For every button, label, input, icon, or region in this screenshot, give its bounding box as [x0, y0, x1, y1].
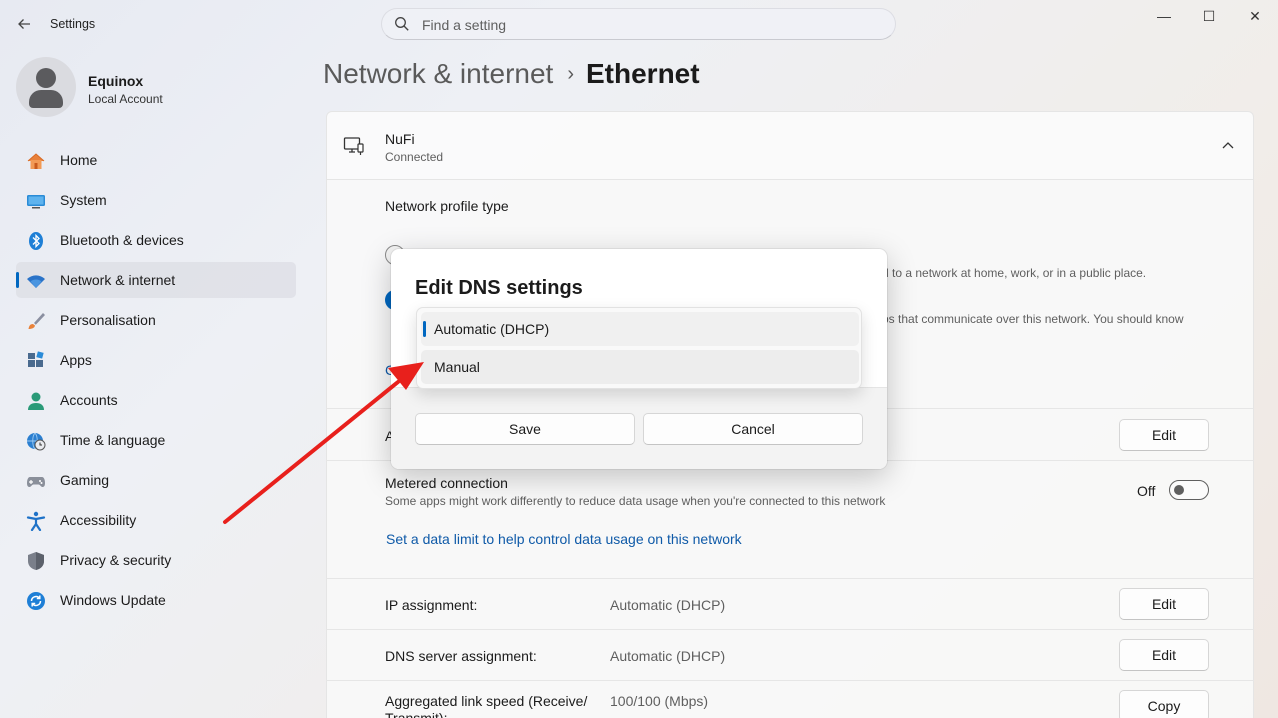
metered-connection-description: Some apps might work differently to redu…: [385, 494, 886, 508]
metered-connection-toggle[interactable]: [1169, 480, 1209, 500]
sidebar-item-label: System: [60, 192, 107, 208]
sidebar-item-label: Accounts: [60, 392, 118, 408]
dropdown-option-label: Automatic (DHCP): [434, 321, 550, 337]
sidebar-item-label: Privacy & security: [60, 552, 172, 568]
apps-icon: [28, 351, 44, 367]
system-icon: [27, 195, 45, 209]
sidebar-nav: Home System Bluetooth & devices Network …: [16, 142, 296, 622]
wifi-icon: [27, 275, 45, 288]
sidebar-item-accessibility[interactable]: Accessibility: [16, 502, 296, 538]
back-button[interactable]: [10, 10, 38, 38]
sidebar-item-system[interactable]: System: [16, 182, 296, 218]
breadcrumb: Network & internet › Ethernet: [323, 58, 700, 90]
link-speed-label: Aggregated link speed (Receive/: [385, 693, 588, 709]
cancel-button[interactable]: Cancel: [643, 413, 863, 445]
dropdown-option-manual[interactable]: Manual: [421, 350, 859, 384]
sidebar-item-label: Time & language: [60, 432, 166, 448]
maximize-icon: ☐: [1202, 7, 1216, 24]
sidebar-item-label: Gaming: [60, 472, 110, 488]
dialog-footer: Save Cancel: [391, 387, 887, 469]
link-speed-value: 100/100 (Mbps): [610, 693, 709, 709]
metered-connection-title: Metered connection: [385, 475, 508, 491]
sidebar-item-label: Accessibility: [60, 512, 137, 528]
sidebar-item-time-language[interactable]: Time & language: [16, 422, 296, 458]
app-title: Settings: [50, 17, 96, 31]
sidebar-item-apps[interactable]: Apps: [16, 342, 296, 378]
sidebar-item-bluetooth[interactable]: Bluetooth & devices: [16, 222, 296, 258]
dropdown-option-automatic[interactable]: Automatic (DHCP): [421, 312, 859, 346]
sidebar-item-gaming[interactable]: Gaming: [16, 462, 296, 498]
divider: [326, 680, 1254, 681]
ip-assignment-edit-button[interactable]: Edit: [1119, 588, 1209, 620]
title-bar: Settings — ☐ ✕: [0, 0, 1278, 48]
dns-assignment-edit-button[interactable]: Edit: [1119, 639, 1209, 671]
minimize-icon: —: [1157, 8, 1171, 24]
profile-name: Equinox: [88, 73, 144, 89]
sidebar-item-network[interactable]: Network & internet: [16, 262, 296, 298]
ethernet-icon: [343, 137, 364, 155]
dialog-title: Edit DNS settings: [415, 277, 583, 299]
chevron-up-icon[interactable]: [1222, 141, 1234, 149]
accessibility-icon: [26, 511, 46, 531]
authentication-edit-button[interactable]: Edit: [1119, 419, 1209, 451]
save-button[interactable]: Save: [415, 413, 635, 445]
network-card-header[interactable]: NuFi Connected: [326, 111, 1254, 180]
sidebar-item-privacy-security[interactable]: Privacy & security: [16, 542, 296, 578]
link-speed-label-line2: Transmit):: [385, 710, 448, 718]
page-title: Ethernet: [586, 58, 700, 89]
search-icon: [395, 17, 409, 31]
link-speed-copy-button[interactable]: Copy: [1119, 690, 1209, 718]
search-box[interactable]: [381, 8, 896, 40]
divider: [326, 578, 1254, 579]
sidebar-item-personalisation[interactable]: Personalisation: [16, 302, 296, 338]
network-profile-type-label: Network profile type: [385, 198, 509, 214]
sidebar-item-label: Apps: [60, 352, 92, 368]
time-language-icon: [27, 432, 46, 451]
sidebar-item-windows-update[interactable]: Windows Update: [16, 582, 296, 618]
sidebar-item-home[interactable]: Home: [16, 142, 296, 178]
sidebar-item-label: Personalisation: [60, 312, 156, 328]
update-icon: [27, 592, 45, 610]
breadcrumb-separator: ›: [567, 63, 574, 85]
divider: [326, 629, 1254, 630]
private-network-description: ps that communicate over this network. Y…: [882, 312, 1184, 326]
metered-toggle-state: Off: [1137, 483, 1156, 499]
brush-icon: [28, 313, 45, 329]
breadcrumb-parent[interactable]: Network & internet: [323, 58, 553, 89]
network-name: NuFi: [385, 131, 415, 147]
dns-assignment-label: DNS server assignment:: [385, 648, 537, 664]
search-input[interactable]: [422, 15, 862, 35]
accounts-icon: [28, 392, 44, 410]
gaming-icon: [27, 477, 45, 487]
home-icon: [27, 153, 45, 169]
close-icon: ✕: [1249, 7, 1261, 24]
public-network-description: d to a network at home, work, or in a pu…: [882, 266, 1147, 280]
maximize-button[interactable]: ☐: [1186, 0, 1232, 32]
sidebar-item-label: Home: [60, 152, 98, 168]
profile-account-type: Local Account: [88, 92, 163, 106]
back-arrow-icon: [18, 19, 30, 29]
network-status: Connected: [385, 150, 444, 164]
sidebar-item-label: Windows Update: [60, 592, 166, 608]
sidebar-item-label: Bluetooth & devices: [60, 232, 184, 248]
sidebar-item-accounts[interactable]: Accounts: [16, 382, 296, 418]
bluetooth-icon: [29, 232, 43, 250]
data-limit-link[interactable]: Set a data limit to help control data us…: [386, 531, 742, 547]
ip-assignment-value: Automatic (DHCP): [610, 597, 726, 613]
dropdown-option-label: Manual: [434, 359, 480, 375]
dns-assignment-value: Automatic (DHCP): [610, 648, 726, 664]
avatar: [16, 57, 76, 117]
dns-mode-dropdown[interactable]: Automatic (DHCP) Manual: [416, 307, 862, 389]
sidebar-item-label: Network & internet: [60, 272, 176, 288]
minimize-button[interactable]: —: [1141, 0, 1187, 32]
close-button[interactable]: ✕: [1232, 0, 1278, 32]
shield-icon: [28, 552, 44, 570]
ip-assignment-label: IP assignment:: [385, 597, 478, 613]
